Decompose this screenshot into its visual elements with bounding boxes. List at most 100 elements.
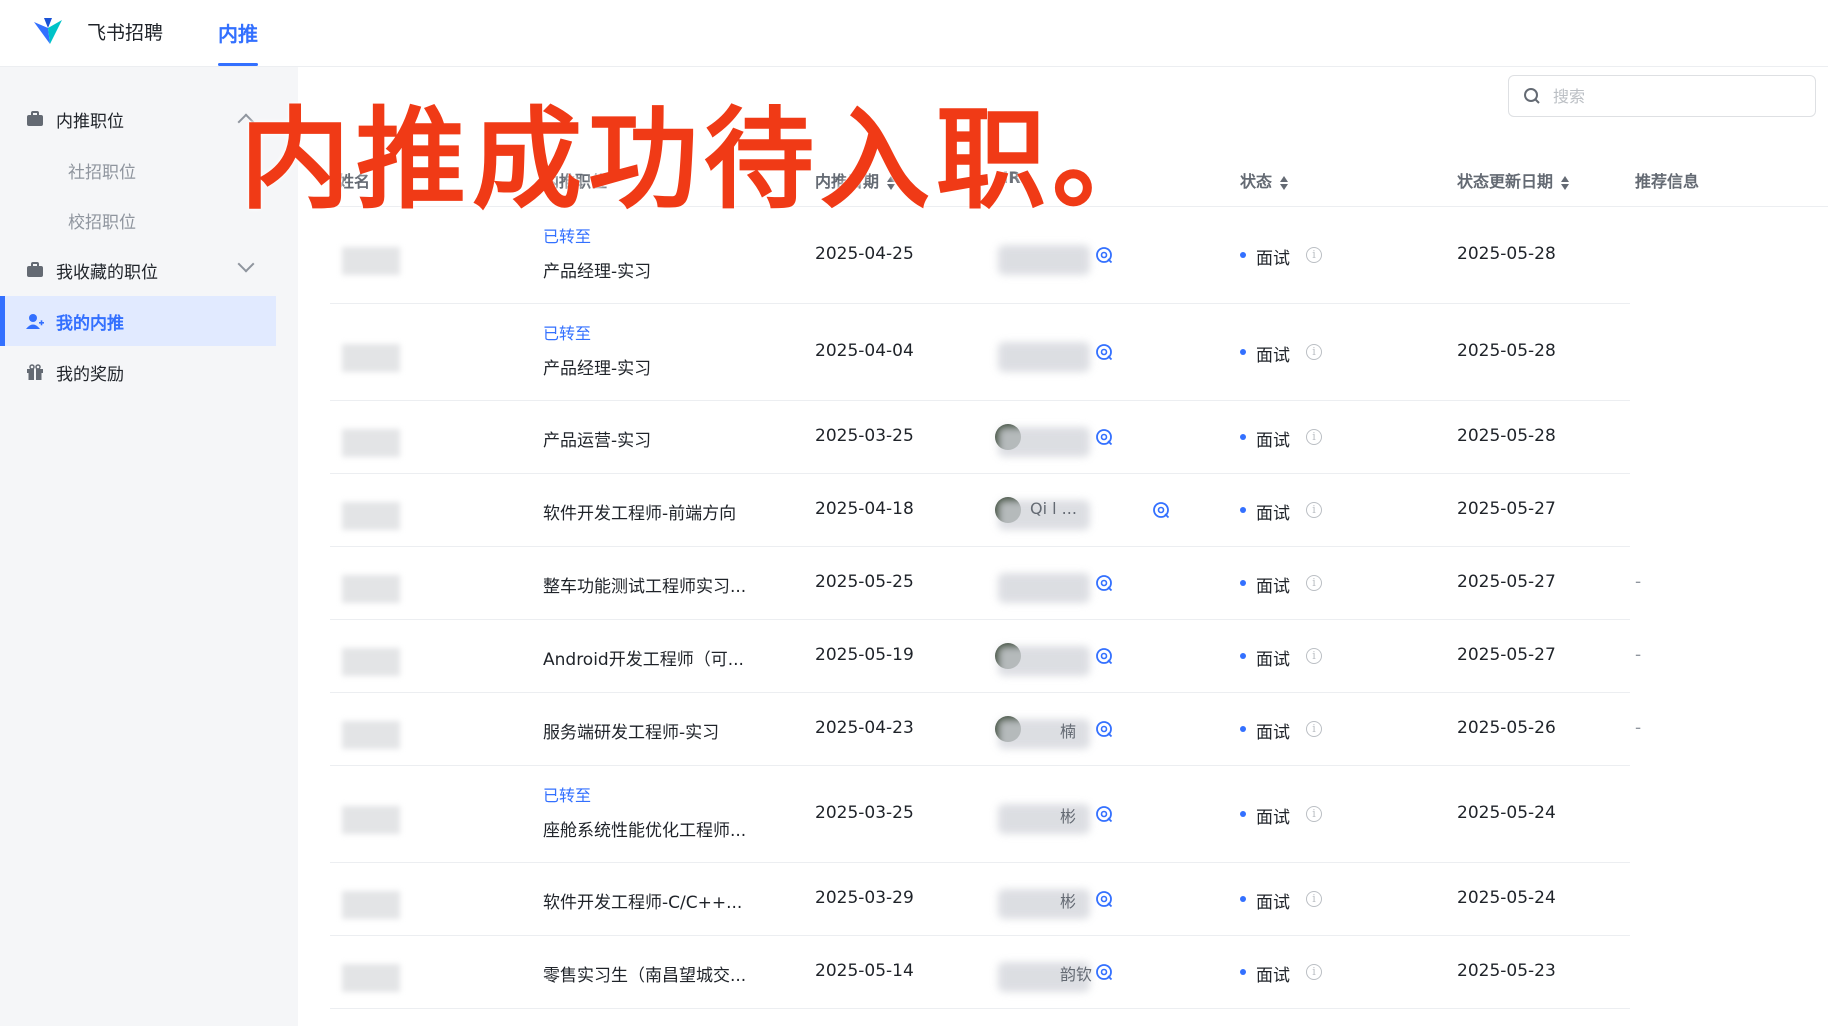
table-row[interactable]: 已转至 座舱系统性能优化工程师... 2025-03-25 彬 面试 i 2025-05-2…: [330, 765, 1630, 863]
sidebar-item-label: 内推职位: [56, 111, 124, 132]
table-row[interactable]: 已转至 产品经理-实习 2025-04-04 面试 i 2025-05-28: [330, 303, 1630, 401]
job-title[interactable]: Android开发工程师（可...: [543, 645, 744, 670]
hr-name-redacted: [998, 888, 1090, 919]
job-title[interactable]: 软件开发工程师-前端方向: [543, 499, 736, 524]
chat-icon[interactable]: [1095, 963, 1113, 981]
sidebar-item-my-referrals[interactable]: 我的内推: [0, 296, 276, 346]
info-icon[interactable]: i: [1306, 343, 1322, 360]
chat-icon[interactable]: [1095, 890, 1113, 908]
chat-icon[interactable]: [1095, 805, 1113, 823]
job-title[interactable]: 零售实习生（南昌望城交...: [543, 961, 746, 986]
info-icon[interactable]: i: [1306, 428, 1322, 445]
sidebar-item-campus-jobs[interactable]: 校招职位: [0, 195, 276, 245]
candidate-name-redacted: [342, 890, 400, 919]
status-updated-date: 2025-05-23: [1457, 960, 1556, 981]
status-dot: [1240, 252, 1246, 258]
chat-icon[interactable]: [1095, 574, 1113, 592]
candidate-name-redacted: [342, 720, 400, 749]
referral-date: 2025-05-19: [815, 644, 914, 665]
status-dot: [1240, 725, 1246, 732]
feishu-logo-icon[interactable]: [30, 14, 70, 50]
job-title[interactable]: 软件开发工程师-C/C++...: [543, 888, 742, 913]
chat-icon[interactable]: [1095, 428, 1113, 446]
brand-name[interactable]: 飞书招聘: [87, 18, 163, 45]
job-title[interactable]: 服务端研发工程师-实习: [543, 718, 719, 743]
status-dot: [1240, 810, 1246, 817]
status-text: 面试: [1256, 722, 1290, 743]
job-title[interactable]: 产品经理-实习: [543, 354, 651, 379]
chat-icon[interactable]: [1095, 647, 1113, 665]
chat-icon[interactable]: [1152, 501, 1170, 519]
hr-name-redacted: [998, 572, 1090, 603]
info-icon[interactable]: i: [1306, 247, 1322, 263]
info-icon[interactable]: i: [1306, 647, 1322, 664]
referral-info: -: [1635, 717, 1642, 738]
table-row[interactable]: 零售实习生（南昌望城交... 2025-05-14 韵钦 面试 i 2025-05-23: [330, 935, 1630, 1009]
referral-info: -: [1635, 644, 1642, 665]
column-header-status[interactable]: 状态: [1240, 168, 1289, 192]
referral-date: 2025-04-18: [815, 498, 914, 519]
job-title[interactable]: 座舱系统性能优化工程师...: [543, 816, 746, 841]
chevron-down-icon[interactable]: [237, 255, 255, 273]
hr-name: 韵钦: [1060, 964, 1093, 984]
candidate-name-redacted: [342, 501, 400, 530]
column-header-info: 推荐信息: [1635, 172, 1700, 191]
status-updated-date: 2025-05-28: [1457, 340, 1556, 361]
info-icon[interactable]: i: [1306, 963, 1322, 980]
table-row[interactable]: 整车功能测试工程师实习... 2025-05-25 面试 i 2025-05-27 -: [330, 546, 1641, 620]
sidebar-item-favorite-jobs[interactable]: 我收藏的职位: [0, 245, 276, 295]
status-text: 面试: [1256, 430, 1290, 451]
status-dot: [1240, 506, 1246, 513]
search-input[interactable]: [1551, 85, 1795, 107]
hr-name: 彬: [1060, 891, 1077, 911]
info-icon[interactable]: i: [1306, 501, 1322, 518]
chat-icon[interactable]: [1095, 720, 1113, 738]
info-icon[interactable]: i: [1306, 890, 1322, 907]
job-title[interactable]: 整车功能测试工程师实习...: [543, 572, 746, 597]
sidebar-item-referral-jobs[interactable]: 内推职位: [0, 94, 276, 144]
status-updated-date: 2025-05-28: [1457, 244, 1556, 264]
tab-referral[interactable]: 内推: [218, 18, 258, 47]
status-dot: [1240, 433, 1246, 440]
chat-icon[interactable]: [1095, 343, 1113, 361]
hr-name-redacted: [998, 341, 1090, 372]
info-icon[interactable]: i: [1306, 574, 1322, 591]
hr-name-redacted: [998, 803, 1090, 834]
sidebar-item-social-jobs[interactable]: 社招职位: [0, 145, 276, 195]
status-updated-date: 2025-05-26: [1457, 717, 1556, 738]
table-row[interactable]: Android开发工程师（可... 2025-05-19 面试 i 2025-05-27…: [330, 619, 1641, 693]
job-title[interactable]: 产品运营-实习: [543, 426, 651, 451]
sidebar-item-my-rewards[interactable]: 我的奖励: [0, 347, 276, 397]
candidate-name-redacted: [342, 428, 400, 457]
gift-icon: [27, 364, 43, 380]
chat-icon[interactable]: [1095, 246, 1113, 264]
status-text: 面试: [1256, 892, 1290, 913]
hr-name: 彬: [1060, 806, 1077, 826]
info-icon[interactable]: i: [1306, 720, 1322, 737]
transfer-link[interactable]: 已转至: [543, 320, 591, 344]
status-text: 面试: [1256, 503, 1290, 524]
table-row[interactable]: 软件开发工程师-C/C++... 2025-03-29 彬 面试 i 2025-05-24: [330, 862, 1630, 936]
referral-info: -: [1635, 571, 1642, 592]
table-row[interactable]: 产品运营-实习 2025-03-25 面试 i 2025-05-28: [330, 400, 1630, 474]
job-title[interactable]: 产品经理-实习: [543, 257, 651, 282]
hr-name-redacted: [998, 245, 1090, 275]
candidate-name-redacted: [342, 343, 400, 372]
info-icon[interactable]: i: [1306, 805, 1322, 822]
sidebar-item-label: 社招职位: [68, 162, 136, 183]
status-updated-date: 2025-05-24: [1457, 802, 1556, 823]
transfer-link[interactable]: 已转至: [543, 782, 591, 806]
table-row[interactable]: 服务端研发工程师-实习 2025-04-23 楠 面试 i 2025-05-26 -: [330, 692, 1641, 766]
referral-date: 2025-04-23: [815, 717, 914, 738]
hr-name: 楠: [1060, 721, 1077, 741]
sort-icon[interactable]: [1280, 175, 1289, 191]
column-header-updated[interactable]: 状态更新日期: [1457, 168, 1570, 192]
table-row[interactable]: 软件开发工程师-前端方向 2025-04-18 Qi l ... 面试 i 2025-05…: [330, 473, 1630, 547]
sort-icon[interactable]: [1561, 175, 1570, 191]
referral-date: 2025-03-25: [815, 802, 914, 823]
sidebar-item-label: 我的奖励: [56, 364, 124, 385]
column-header-updated-label: 状态更新日期: [1457, 172, 1554, 191]
search-box[interactable]: [1508, 75, 1816, 117]
status-text: 面试: [1256, 649, 1290, 670]
status-dot: [1240, 895, 1246, 902]
